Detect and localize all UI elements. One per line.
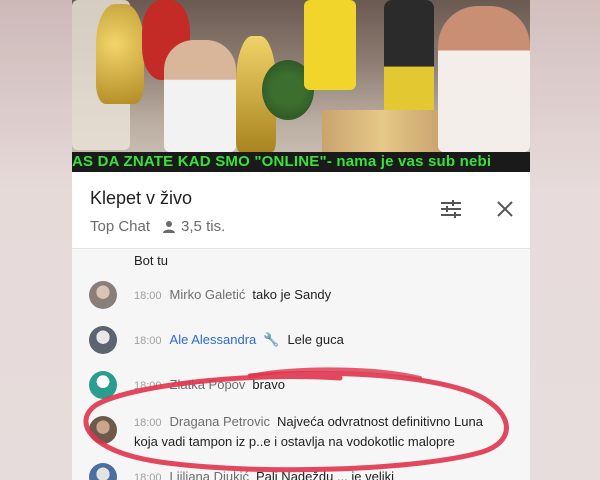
author-name[interactable]: Zlatka Popov [170, 377, 246, 392]
avatar [89, 281, 117, 309]
timestamp: 18:00 [134, 335, 162, 347]
viewer-count: 3,5 tis. [162, 218, 225, 235]
timestamp: 18:00 [134, 380, 162, 392]
message-text: tako je Sandy [252, 287, 332, 302]
video-scene-horn [96, 4, 144, 104]
chat-message: 18:00 Zlatka Popov bravo [72, 365, 530, 405]
message-text: bravo [252, 377, 285, 392]
message-body: 18:00 Ljiljana Djukić Pali Nadeždu ... je … [134, 469, 394, 480]
video-scene-person [384, 0, 434, 120]
video-scene-yellow [304, 0, 356, 90]
wrench-icon: 🔧 [263, 332, 280, 347]
message-body: 18:00 Ale Alessandra 🔧 Lele guca [134, 332, 344, 348]
message-text: Lele guca [287, 332, 344, 347]
chat-mode-row: Top Chat 3,5 tis. [90, 218, 225, 235]
message-text: Pali Nadeždu ... je veliki [256, 469, 395, 480]
chat-header: Klepet v živo Top Chat 3,5 tis. [72, 172, 530, 249]
background-right [528, 0, 600, 480]
chat-message: 18:00 Mirko Galetić tako je Sandy [72, 275, 530, 315]
video-scene-musician [164, 40, 236, 152]
timestamp: 18:00 [134, 417, 162, 429]
news-ticker: AS DA ZNATE KAD SMO "ONLINE"- nama je va… [72, 152, 530, 172]
background-left [0, 0, 72, 480]
message-text: Najveća odvratnost definitivno Luna [276, 414, 483, 429]
chat-message: 18:00 Ljiljana Djukić Pali Nadeždu ... je … [72, 457, 530, 480]
chat-message: 18:00 Dragana Petrovic Najveća odvratnost … [72, 406, 530, 456]
message-text-continued: koja vadi tampon iz p..e i ostavlja na v… [134, 434, 455, 449]
chat-title: Klepet v živo [90, 188, 193, 208]
timestamp: 18:00 [134, 472, 162, 480]
message-body: 18:00 Zlatka Popov bravo [134, 377, 285, 392]
person-icon [163, 220, 176, 233]
avatar [89, 463, 117, 480]
message-text: Bot tu [134, 253, 168, 268]
viewer-count-text: 3,5 tis. [181, 218, 226, 235]
chat-messages[interactable]: Bot tu 18:00 Mirko Galetić tako je Sandy 1… [72, 249, 530, 480]
avatar [89, 371, 117, 399]
chat-mode-selector[interactable]: Top Chat [90, 218, 150, 235]
author-name[interactable]: Mirko Galetić [170, 287, 246, 302]
message-body: 18:00 Dragana Petrovic Najveća odvratnost … [134, 414, 483, 429]
tune-button[interactable] [438, 196, 464, 222]
avatar [89, 416, 117, 444]
video-player[interactable]: AS DA ZNATE KAD SMO "ONLINE"- nama je va… [72, 0, 530, 172]
video-scene-table [322, 110, 442, 152]
tune-icon [441, 200, 461, 218]
avatar [89, 326, 117, 354]
chat-message: 18:00 Ale Alessandra 🔧 Lele guca [72, 320, 530, 360]
close-button[interactable] [492, 196, 518, 222]
timestamp: 18:00 [134, 290, 162, 302]
author-name[interactable]: Ale Alessandra [170, 332, 257, 347]
author-name[interactable]: Ljiljana Djukić [170, 469, 249, 480]
phone-screen: AS DA ZNATE KAD SMO "ONLINE"- nama je va… [72, 0, 530, 480]
video-scene-man [438, 6, 530, 152]
chat-message: Bot tu [72, 249, 530, 273]
author-name[interactable]: Dragana Petrovic [170, 414, 270, 429]
message-body: 18:00 Mirko Galetić tako je Sandy [134, 287, 331, 302]
close-icon [497, 201, 513, 217]
